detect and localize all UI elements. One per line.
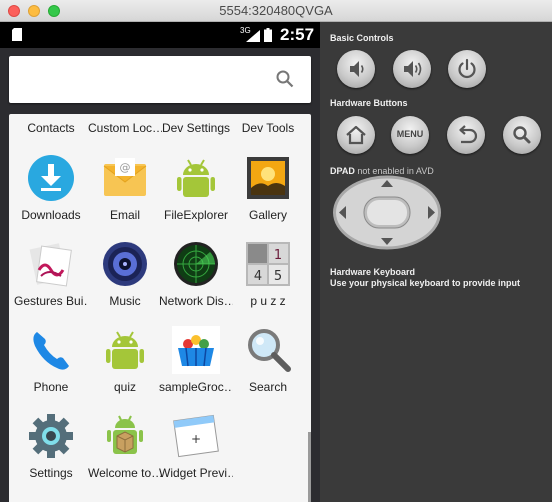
title-bar: 5554:320480QVGA (0, 0, 552, 22)
menu-button[interactable]: MENU (391, 116, 429, 154)
puzzle-icon: 1 4 5 (246, 242, 290, 286)
volume-down-icon (350, 61, 364, 77)
power-button[interactable] (448, 50, 486, 88)
svg-text:4: 4 (254, 269, 262, 284)
app-label: Network Dis… (159, 294, 233, 308)
app-label: sampleGroc… (159, 380, 233, 394)
search-bar[interactable] (9, 56, 311, 103)
hardware-keyboard-heading: Hardware Keyboard (330, 267, 416, 277)
home-icon (346, 125, 366, 145)
status-bar: 3G 2:57 (0, 22, 320, 48)
volume-up-button[interactable] (393, 50, 431, 88)
app-label: Dev Settings (161, 121, 231, 135)
search-icon[interactable] (275, 69, 295, 89)
android-icon (106, 331, 144, 369)
battery-icon (264, 28, 272, 42)
emulator-controls-panel: Basic Controls Hardware Buttons MENU DPA… (320, 22, 552, 502)
svg-text:@: @ (120, 161, 131, 174)
svg-text:5: 5 (274, 269, 282, 284)
basic-controls-heading: Basic Controls (330, 33, 394, 43)
basket-icon (172, 326, 220, 374)
back-button[interactable] (447, 116, 485, 154)
app-label: Dev Tools (241, 121, 295, 135)
android-icon (177, 159, 215, 197)
radar-icon (174, 242, 218, 286)
search-icon (513, 126, 531, 144)
app-drawer[interactable]: Contacts Custom Loc… Dev Settings Dev To… (9, 114, 311, 502)
app-label: quiz (113, 380, 136, 394)
app-label: Custom Loc… (88, 121, 162, 135)
drawer-scrollbar[interactable] (308, 432, 311, 502)
volume-up-icon (404, 61, 422, 77)
app-label: Email (109, 208, 140, 222)
music-icon (103, 242, 147, 286)
search-hardware-button[interactable] (503, 116, 541, 154)
app-label: p u z z (250, 294, 286, 308)
download-icon (28, 155, 74, 201)
clock: 2:57 (280, 25, 315, 44)
hardware-keyboard-note: Use your physical keyboard to provide in… (330, 278, 521, 288)
app-label: Widget Previ… (159, 466, 233, 480)
app-label: Welcome to… (88, 466, 162, 480)
app-label: Music (109, 294, 141, 308)
app-label: Contacts (27, 121, 75, 135)
app-label: FileExplorer (163, 208, 229, 222)
gallery-icon (247, 157, 289, 199)
app-label: Gallery (248, 208, 287, 222)
sd-card-icon (12, 28, 22, 41)
menu-button-label: MENU (396, 129, 424, 139)
power-icon (458, 58, 476, 79)
signal-icon (246, 30, 260, 42)
app-label: Settings (29, 466, 73, 480)
app-label: Search (248, 380, 288, 394)
volume-down-button[interactable] (337, 50, 375, 88)
hardware-buttons-heading: Hardware Buttons (330, 98, 408, 108)
widget-preview-icon: + (173, 414, 219, 458)
gear-icon (29, 414, 73, 458)
back-icon (459, 125, 478, 144)
gestures-icon (29, 243, 72, 287)
phone-icon (33, 332, 69, 370)
svg-text:1: 1 (274, 248, 282, 263)
android-box-icon (107, 415, 143, 454)
app-label: Phone (33, 380, 69, 394)
app-label: Downloads (21, 208, 81, 222)
dpad-control[interactable] (332, 175, 442, 250)
svg-text:+: + (191, 432, 201, 446)
emulator-window: 5554:320480QVGA 3G 2:57 Contacts Custom … (0, 0, 552, 502)
device-screen[interactable]: 3G 2:57 Contacts Custom Loc… Dev Setting… (0, 22, 320, 502)
email-icon: @ (103, 158, 147, 196)
magnifier-icon (248, 329, 291, 372)
window-title: 5554:320480QVGA (219, 3, 333, 18)
home-button[interactable] (337, 116, 375, 154)
app-label: Gestures Bui… (14, 294, 88, 308)
